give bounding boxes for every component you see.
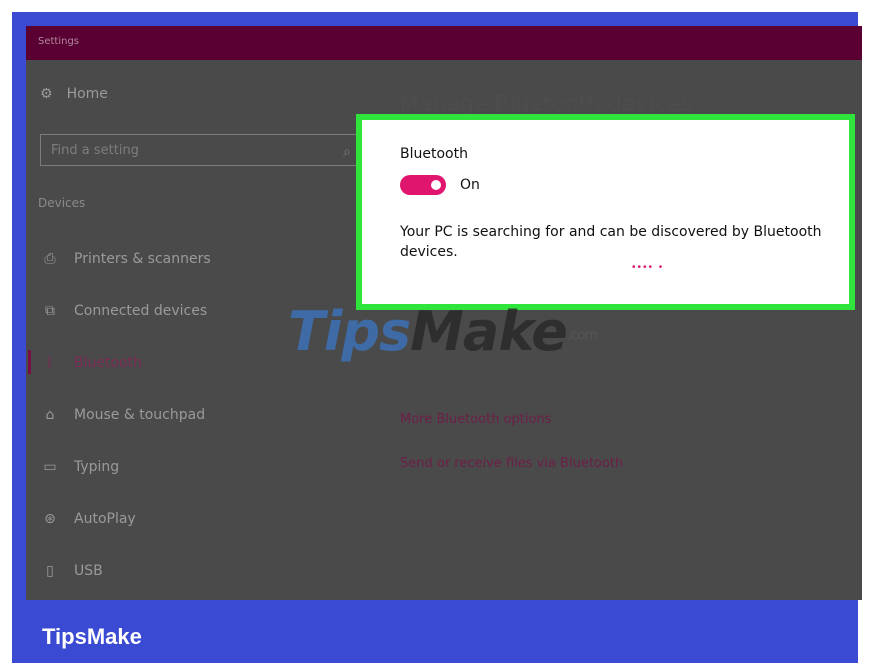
autoplay-icon: ⊛ [44,511,56,527]
sidebar-item-label: Mouse & touchpad [74,407,206,423]
selected-indicator [28,350,31,374]
sidebar-item-label: AutoPlay [74,511,136,527]
sidebar-item-bluetooth[interactable]: ᛒ Bluetooth [40,352,142,374]
sidebar-item-label: USB [74,563,103,579]
searching-progress-dots: •••• • [632,262,665,273]
sidebar-item-label: Printers & scanners [74,251,211,267]
more-bluetooth-options-link[interactable]: More Bluetooth options [400,412,551,427]
sidebar-item-typing[interactable]: ▭ Typing [40,456,119,478]
sidebar-item-mouse[interactable]: ⌂ Mouse & touchpad [40,404,206,426]
sidebar-item-connected-devices[interactable]: ⧉ Connected devices [40,300,207,322]
gear-icon: ⚙ [40,86,53,102]
keyboard-icon: ▭ [43,459,57,475]
sidebar-item-label: Typing [74,459,120,475]
mouse-icon: ⌂ [45,407,55,423]
home-label: Home [66,86,108,102]
search-icon: ⌕ [343,143,351,159]
bluetooth-callout: Bluetooth On Your PC is searching for an… [356,114,855,310]
search-placeholder: Find a setting [51,143,139,158]
sidebar-item-printers[interactable]: ⎙ Printers & scanners [40,248,211,270]
related-settings-heading: Related settings [400,360,546,381]
watermark-part1: Tips [288,300,411,363]
sidebar-item-usb[interactable]: ▯ USB [40,560,103,582]
bluetooth-toggle[interactable] [400,175,446,195]
devices-icon: ⧉ [45,303,55,319]
sidebar-item-label: Connected devices [74,303,208,319]
window-title: Settings [38,36,80,47]
title-bar: Settings [26,26,862,60]
toggle-knob [431,180,441,190]
watermark-part2: Make [410,300,568,363]
sidebar-item-autoplay[interactable]: ⊛ AutoPlay [40,508,136,530]
printer-icon: ⎙ [44,251,56,267]
home-nav-item[interactable]: ⚙ Home [40,86,108,102]
watermark-logo: TipsMake.com [288,300,598,363]
usb-icon: ▯ [46,563,54,579]
bluetooth-icon: ᛒ [45,355,55,371]
bluetooth-label: Bluetooth [400,146,468,162]
send-receive-files-link[interactable]: Send or receive files via Bluetooth [400,456,623,471]
bluetooth-status-text: Your PC is searching for and can be disc… [400,224,822,260]
sidebar-item-label: Bluetooth [74,355,142,371]
brand-label: TipsMake [42,624,142,649]
toggle-state-label: On [460,177,480,193]
watermark-suffix: .com [566,327,598,344]
devices-group-label: Devices [38,196,86,210]
search-input[interactable]: Find a setting ⌕ [40,134,358,166]
